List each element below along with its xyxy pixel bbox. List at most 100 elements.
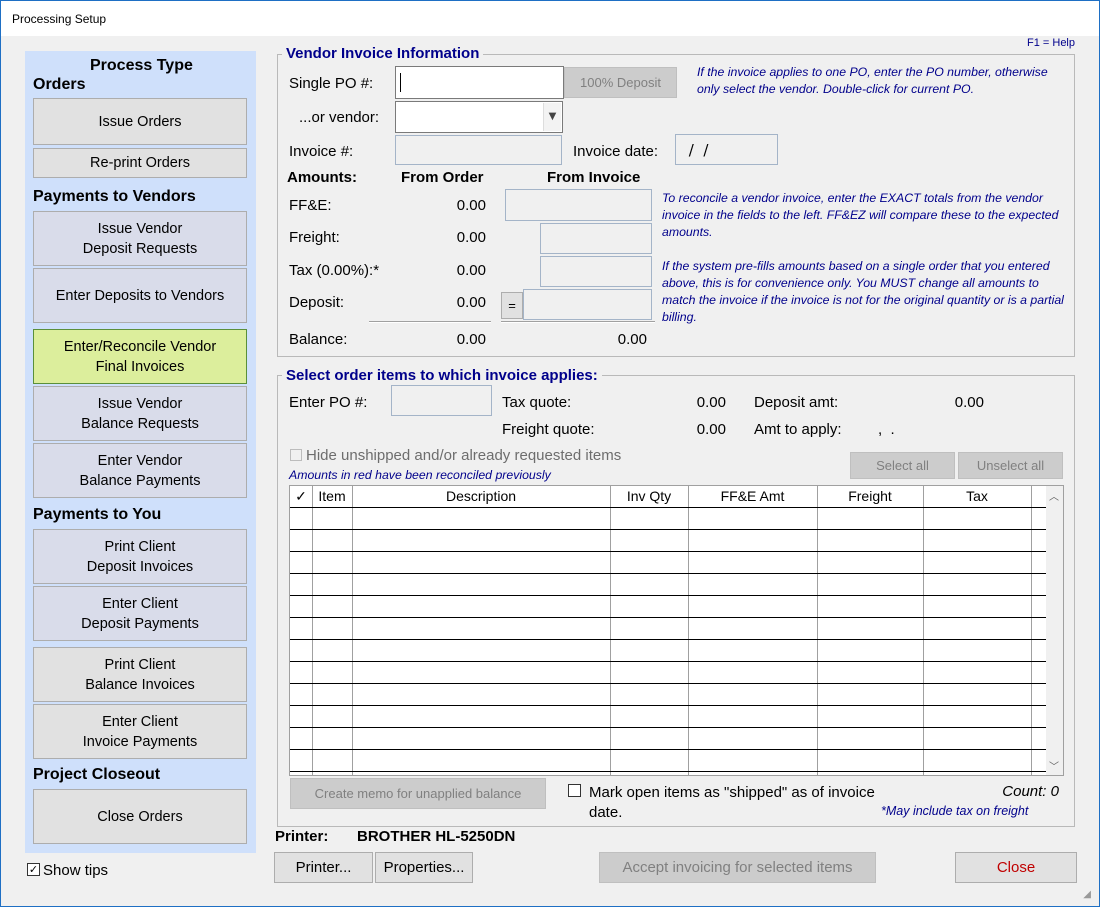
freight-invoice-input[interactable] [540, 223, 652, 254]
issue-vendor-deposit-requests-button[interactable]: Issue Vendor Deposit Requests [33, 211, 247, 266]
invoice-date-input[interactable]: / / [675, 134, 778, 165]
show-tips-checkbox[interactable]: ✓ [27, 863, 40, 876]
order-items-grid[interactable]: ✓ Item Description Inv Qty FF&E Amt Frei… [289, 485, 1064, 776]
table-row[interactable] [290, 595, 1046, 596]
prefill-tip-text: If the system pre-fills amounts based on… [662, 259, 1064, 324]
chevron-up-icon[interactable]: ︿ [1049, 488, 1059, 503]
table-row[interactable] [290, 551, 1046, 552]
balance-label: Balance: [289, 331, 348, 348]
process-type-panel: Process Type Orders Issue Orders Re-prin… [25, 51, 256, 853]
tax-on-freight-note: *May include tax on freight [881, 804, 1029, 818]
unselect-all-button[interactable]: Unselect all [958, 452, 1063, 479]
select-all-label: Select all [876, 458, 929, 473]
reconcile-tip-text: To reconcile a vendor invoice, enter the… [662, 191, 1059, 239]
properties-button-label: Properties... [383, 859, 465, 876]
reprint-orders-label: Re-print Orders [90, 155, 190, 171]
freight-order-value: 0.00 [456, 229, 486, 246]
amounts-label: Amounts: [287, 169, 357, 186]
accept-invoicing-button[interactable]: Accept invoicing for selected items [599, 852, 876, 883]
resize-grip-icon[interactable]: ◢ [1083, 889, 1091, 900]
select-all-button[interactable]: Select all [850, 452, 955, 479]
table-row[interactable] [290, 507, 1046, 508]
tax-quote-label: Tax quote: [502, 394, 572, 411]
chevron-down-icon[interactable]: ▼ [543, 103, 561, 131]
table-row[interactable] [290, 727, 1046, 728]
window-title: Processing Setup [12, 12, 107, 26]
grid-header-tax: Tax [966, 488, 988, 504]
grid-vertical-scrollbar[interactable]: ︿ ﹀ [1046, 486, 1063, 775]
enter-client-deposit-payments-button[interactable]: Enter Client Deposit Payments [33, 586, 247, 641]
show-tips-label: Show tips [43, 862, 109, 879]
table-row[interactable] [290, 705, 1046, 706]
issue-vendor-balance-requests-button[interactable]: Issue Vendor Balance Requests [33, 386, 247, 441]
ffe-order-value: 0.00 [456, 197, 486, 214]
print-deposit-line1: Print Client [104, 538, 176, 555]
accept-invoicing-label: Accept invoicing for selected items [622, 859, 853, 876]
enter-vendor-balance-payments-button[interactable]: Enter Vendor Balance Payments [33, 443, 247, 498]
deposit-amt-label: Deposit amt: [754, 394, 839, 411]
balance-invoice-value: 0.00 [617, 331, 647, 348]
print-client-balance-invoices-button[interactable]: Print Client Balance Invoices [33, 647, 247, 702]
table-row[interactable] [290, 617, 1046, 618]
deposit-amt-value: 0.00 [954, 394, 984, 411]
close-orders-button[interactable]: Close Orders [33, 789, 247, 844]
print-balance-line1: Print Client [104, 656, 176, 673]
tax-invoice-input[interactable] [540, 256, 652, 287]
deposit-equals-button[interactable]: = [501, 292, 523, 319]
properties-button[interactable]: Properties... [375, 852, 473, 883]
printer-button[interactable]: Printer... [274, 852, 373, 883]
deposit-100-button[interactable]: 100% Deposit [564, 67, 677, 98]
enter-reconcile-vendor-final-invoices-button[interactable]: Enter/Reconcile Vendor Final Invoices [33, 329, 247, 384]
invoice-number-input[interactable] [395, 135, 562, 165]
vendor-invoice-title: Vendor Invoice Information [282, 45, 484, 62]
table-row[interactable] [290, 573, 1046, 574]
enter-deposits-to-vendors-button[interactable]: Enter Deposits to Vendors [33, 268, 247, 323]
chevron-down-icon[interactable]: ﹀ [1049, 758, 1059, 773]
table-row[interactable] [290, 639, 1046, 640]
print-client-deposit-invoices-button[interactable]: Print Client Deposit Invoices [33, 529, 247, 584]
close-button[interactable]: Close [955, 852, 1077, 883]
project-closeout-title: Project Closeout [33, 766, 161, 783]
reprint-orders-button[interactable]: Re-print Orders [33, 148, 247, 178]
issue-orders-button[interactable]: Issue Orders [33, 98, 247, 145]
table-row[interactable] [290, 771, 1046, 772]
enter-deposits-to-vendors-label: Enter Deposits to Vendors [55, 287, 225, 304]
enter-po-input[interactable] [391, 385, 492, 416]
printer-label: Printer: [275, 828, 329, 845]
vendor-select[interactable]: ▼ [395, 101, 563, 133]
table-row[interactable] [290, 529, 1046, 530]
payments-to-vendors-title: Payments to Vendors [33, 188, 196, 205]
single-po-label: Single PO #: [289, 75, 374, 92]
hide-unshipped-label: Hide unshipped and/or already requested … [306, 447, 622, 464]
mark-open-shipped-checkbox[interactable] [568, 784, 581, 797]
table-row[interactable] [290, 683, 1046, 684]
enter-invoice-line1: Enter Client [102, 713, 178, 730]
enter-client-invoice-payments-button[interactable]: Enter Client Invoice Payments [33, 704, 247, 759]
create-memo-button[interactable]: Create memo for unapplied balance [290, 778, 546, 809]
hide-unshipped-checkbox[interactable] [290, 449, 302, 461]
deposit-invoice-input[interactable] [523, 289, 652, 320]
table-row[interactable] [290, 661, 1046, 662]
table-row[interactable] [290, 749, 1046, 750]
issue-balance-line1: Issue Vendor [97, 395, 183, 412]
text-caret [400, 73, 401, 92]
grid-header-check: ✓ [295, 488, 307, 504]
deposit-100-label: 100% Deposit [580, 75, 661, 90]
issue-vendor-deposit-line1: Issue Vendor [97, 220, 183, 237]
ffe-invoice-input[interactable] [505, 189, 652, 221]
from-order-header: From Order [401, 169, 484, 186]
issue-balance-line2: Balance Requests [81, 415, 199, 432]
single-po-input[interactable] [395, 66, 564, 99]
grid-header-description: Description [445, 488, 517, 504]
grid-header-inv-qty: Inv Qty [626, 488, 672, 504]
deposit-label: Deposit: [289, 294, 345, 311]
deposit-equals-label: = [508, 298, 516, 313]
deposit-order-value: 0.00 [456, 294, 486, 311]
unselect-all-label: Unselect all [976, 458, 1045, 473]
reconcile-line2: Final Invoices [95, 358, 185, 375]
tax-order-value: 0.00 [456, 262, 486, 279]
tax-quote-value: 0.00 [696, 394, 726, 411]
balance-order-value: 0.00 [456, 331, 486, 348]
close-orders-label: Close Orders [97, 808, 183, 825]
freight-label: Freight: [289, 229, 340, 246]
